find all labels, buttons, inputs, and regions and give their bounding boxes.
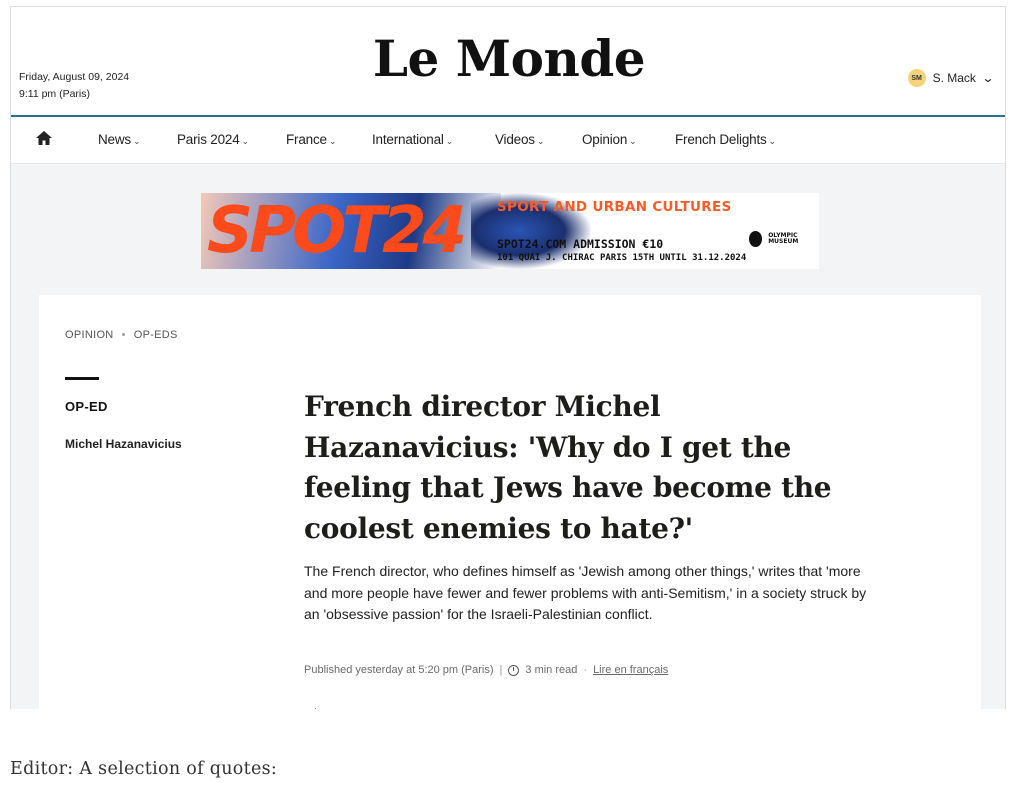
paris-logo-icon: [749, 231, 763, 247]
nav-item-french-delights[interactable]: French Delights ⌄: [675, 132, 776, 147]
article-meta: Published yesterday at 5:20 pm (Paris) |…: [304, 664, 668, 676]
nav-item-paris-2024[interactable]: Paris 2024 ⌄: [177, 132, 249, 147]
site-header: Friday, August 09, 2024 9:11 pm (Paris) …: [11, 7, 1005, 115]
olympic-museum-logo: OLYMPIC MUSEUM: [768, 232, 799, 245]
read-time: 3 min read: [525, 664, 578, 676]
chevron-down-icon: ⌄: [768, 136, 777, 146]
chevron-down-icon: ⌄: [132, 136, 141, 146]
breadcrumb-separator: •: [121, 329, 126, 341]
user-name: S. Mack: [932, 71, 976, 85]
article-dek: The French director, who defines himself…: [304, 563, 867, 622]
section-rule: [65, 377, 99, 380]
le-monde-logo[interactable]: Le Monde: [11, 29, 1005, 88]
nav-item-news[interactable]: News ⌄: [98, 132, 141, 147]
section-label: OP-ED: [65, 399, 108, 414]
author-name[interactable]: Michel Hazanavicius: [65, 437, 182, 451]
main-nav: News ⌄ Paris 2024 ⌄ France ⌄ International ⌄…: [11, 117, 1005, 164]
nav-item-videos[interactable]: Videos ⌄: [495, 132, 544, 147]
browser-screenshot: Friday, August 09, 2024 9:11 pm (Paris) …: [10, 6, 1006, 709]
chevron-down-icon: ⌄: [241, 136, 250, 146]
current-time: 9:11 pm (Paris): [19, 88, 90, 100]
meta-separator: ·: [583, 664, 588, 676]
ad-address: 101 QUAI J. CHIRAC PARIS 15TH UNTIL 31.1…: [497, 253, 747, 263]
ad-partner-logos: OLYMPIC MUSEUM: [749, 231, 819, 247]
clock-icon: [508, 664, 520, 676]
ad-tagline: SPORT AND URBAN CULTURES: [497, 199, 732, 215]
meta-separator: |: [499, 664, 503, 676]
home-icon[interactable]: [35, 130, 53, 146]
french-version-link[interactable]: Lire en français: [593, 664, 668, 676]
avatar: SM: [907, 69, 926, 87]
spot24-advertisement[interactable]: SPOT24 SPORT AND URBAN CULTURES SPOT24.C…: [201, 193, 819, 269]
share-icon[interactable]: ▲: [311, 705, 320, 709]
nav-item-international[interactable]: International ⌄: [372, 132, 453, 147]
ad-brand: SPOT24: [207, 194, 467, 268]
ad-admission: SPOT24.COM ADMISSION €10: [497, 237, 664, 251]
article-card: OPINION • OP-EDS OP-ED Michel Hazanavici…: [39, 295, 981, 709]
nav-item-france[interactable]: France ⌄: [286, 132, 336, 147]
editor-caption: Editor: A selection of quotes:: [10, 759, 278, 779]
chevron-down-icon[interactable]: ⌄: [981, 71, 994, 85]
chevron-down-icon: ⌄: [629, 136, 637, 146]
chevron-down-icon: ⌄: [536, 136, 545, 146]
breadcrumb: OPINION • OP-EDS: [65, 329, 178, 341]
nav-item-opinion[interactable]: Opinion ⌄: [582, 132, 637, 147]
breadcrumb-op-eds[interactable]: OP-EDS: [134, 329, 178, 341]
chevron-down-icon: ⌄: [445, 136, 454, 146]
article-headline: French director Michel Hazanavicius: 'Wh…: [304, 390, 832, 545]
chevron-down-icon: ⌄: [328, 136, 337, 146]
user-menu[interactable]: SM S. Mack ⌄: [907, 69, 995, 87]
breadcrumb-opinion[interactable]: OPINION: [65, 329, 114, 341]
published-time: Published yesterday at 5:20 pm (Paris): [304, 664, 494, 676]
